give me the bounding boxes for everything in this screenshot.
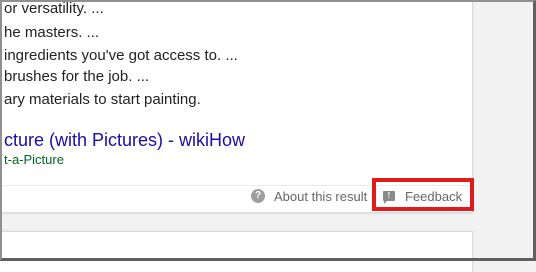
- about-this-result-button[interactable]: ? About this result: [251, 188, 367, 204]
- snippet-line-5: ary materials to start painting.: [4, 91, 201, 108]
- snippet-line-2: he masters. ...: [4, 24, 100, 41]
- result-url[interactable]: t-a-Picture: [4, 152, 64, 168]
- feedback-button[interactable]: ! Feedback: [383, 188, 462, 204]
- result-title-link[interactable]: cture (with Pictures) - wikiHow: [4, 129, 245, 151]
- feedback-label: Feedback: [405, 188, 463, 204]
- feedback-flag-icon: !: [383, 191, 395, 204]
- snippet-line-4: brushes for the job. ...: [4, 68, 150, 85]
- snippet-line-1: or versatility. ...: [4, 0, 104, 17]
- about-this-result-label: About this result: [274, 188, 368, 204]
- search-result-card: or versatility. ... he masters. ... ingr…: [0, 0, 473, 213]
- snippet-line-3: ingredients you've got access to. ...: [4, 47, 238, 64]
- next-result-card: [0, 231, 473, 272]
- question-circle-icon: ?: [251, 189, 265, 203]
- divider: [0, 185, 472, 186]
